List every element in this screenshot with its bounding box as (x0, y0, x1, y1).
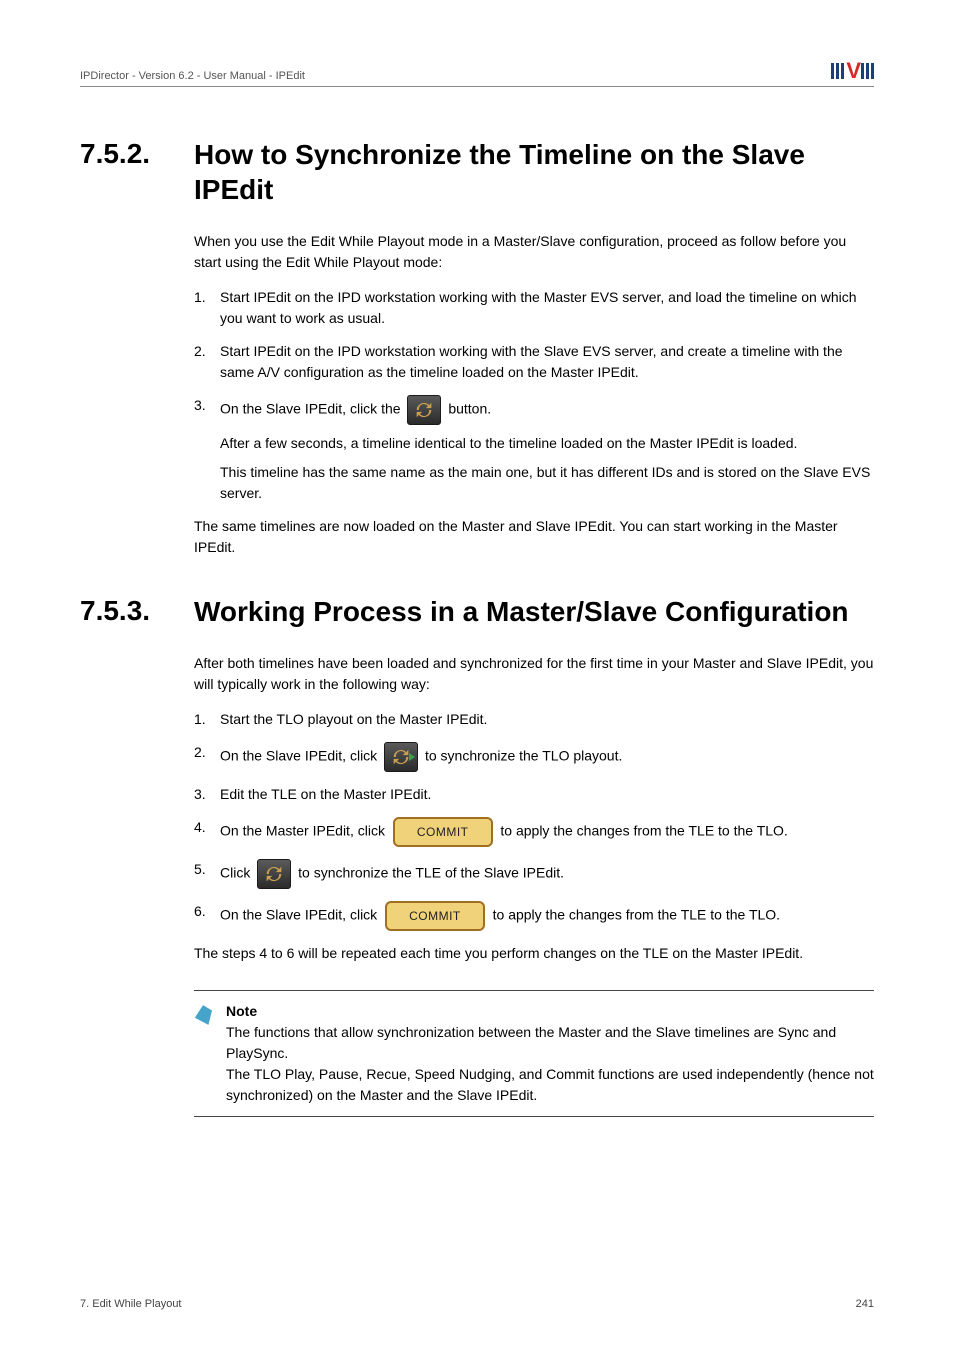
step-text-pre: On the Slave IPEdit, click the (220, 401, 404, 417)
footer-page-number: 241 (856, 1298, 874, 1310)
note-box: Note The functions that allow synchroniz… (194, 990, 874, 1117)
play-triangle-icon (409, 753, 415, 761)
note-line: The functions that allow synchronization… (226, 1022, 874, 1064)
section-753-heading: 7.5.3. Working Process in a Master/Slave… (80, 594, 874, 629)
step-text: Start the TLO playout on the Master IPEd… (220, 711, 487, 727)
step-text-pre: Click (220, 865, 254, 881)
list-item: Click to synchronize the TLE of the Slav… (194, 859, 874, 889)
step-text-pre: On the Master IPEdit, click (220, 823, 389, 839)
evs-logo: V (831, 60, 874, 82)
intro-paragraph: When you use the Edit While Playout mode… (194, 231, 874, 273)
note-line: The TLO Play, Pause, Recue, Speed Nudgin… (226, 1064, 874, 1106)
outro-paragraph: The same timelines are now loaded on the… (194, 516, 874, 558)
step-text-pre: On the Slave IPEdit, click (220, 748, 381, 764)
list-item: Edit the TLE on the Master IPEdit. (194, 784, 874, 805)
step-sub-text: After a few seconds, a timeline identica… (220, 433, 874, 454)
step-text-post: to apply the changes from the TLE to the… (493, 907, 780, 923)
section-number: 7.5.3. (80, 594, 166, 628)
footer-chapter: 7. Edit While Playout (80, 1298, 182, 1310)
step-text-post: to synchronize the TLE of the Slave IPEd… (298, 865, 564, 881)
list-item: Start IPEdit on the IPD workstation work… (194, 341, 874, 383)
section-title: Working Process in a Master/Slave Config… (194, 594, 849, 629)
sync-icon (257, 859, 291, 889)
section-title: How to Synchronize the Timeline on the S… (194, 137, 874, 207)
intro-paragraph: After both timelines have been loaded an… (194, 653, 874, 695)
step-text-pre: On the Slave IPEdit, click (220, 907, 381, 923)
note-title: Note (226, 1001, 874, 1022)
playsync-icon (384, 742, 418, 772)
commit-button: COMMIT (393, 817, 493, 847)
step-text: Start IPEdit on the IPD workstation work… (220, 289, 857, 326)
procedure-list: Start IPEdit on the IPD workstation work… (194, 287, 874, 504)
procedure-list: Start the TLO playout on the Master IPEd… (194, 709, 874, 931)
step-text-post: to synchronize the TLO playout. (425, 748, 622, 764)
list-item: On the Master IPEdit, click COMMIT to ap… (194, 817, 874, 847)
section-number: 7.5.2. (80, 137, 166, 171)
section-752-heading: 7.5.2. How to Synchronize the Timeline o… (80, 137, 874, 207)
commit-button: COMMIT (385, 901, 485, 931)
step-text-post: button. (448, 401, 491, 417)
sync-icon (407, 395, 441, 425)
list-item: On the Slave IPEdit, click the button. A… (194, 395, 874, 504)
step-text: Edit the TLE on the Master IPEdit. (220, 786, 431, 802)
outro-paragraph: The steps 4 to 6 will be repeated each t… (194, 943, 874, 964)
page-footer: 7. Edit While Playout 241 (80, 1298, 874, 1310)
list-item: Start IPEdit on the IPD workstation work… (194, 287, 874, 329)
list-item: On the Slave IPEdit, click to synchroniz… (194, 742, 874, 772)
note-icon (194, 1001, 212, 1106)
page-header: IPDirector - Version 6.2 - User Manual -… (80, 60, 874, 87)
list-item: On the Slave IPEdit, click COMMIT to app… (194, 901, 874, 931)
step-text-post: to apply the changes from the TLE to the… (500, 823, 787, 839)
step-sub-text: This timeline has the same name as the m… (220, 462, 874, 504)
list-item: Start the TLO playout on the Master IPEd… (194, 709, 874, 730)
breadcrumb: IPDirector - Version 6.2 - User Manual -… (80, 70, 305, 82)
step-text: Start IPEdit on the IPD workstation work… (220, 343, 843, 380)
